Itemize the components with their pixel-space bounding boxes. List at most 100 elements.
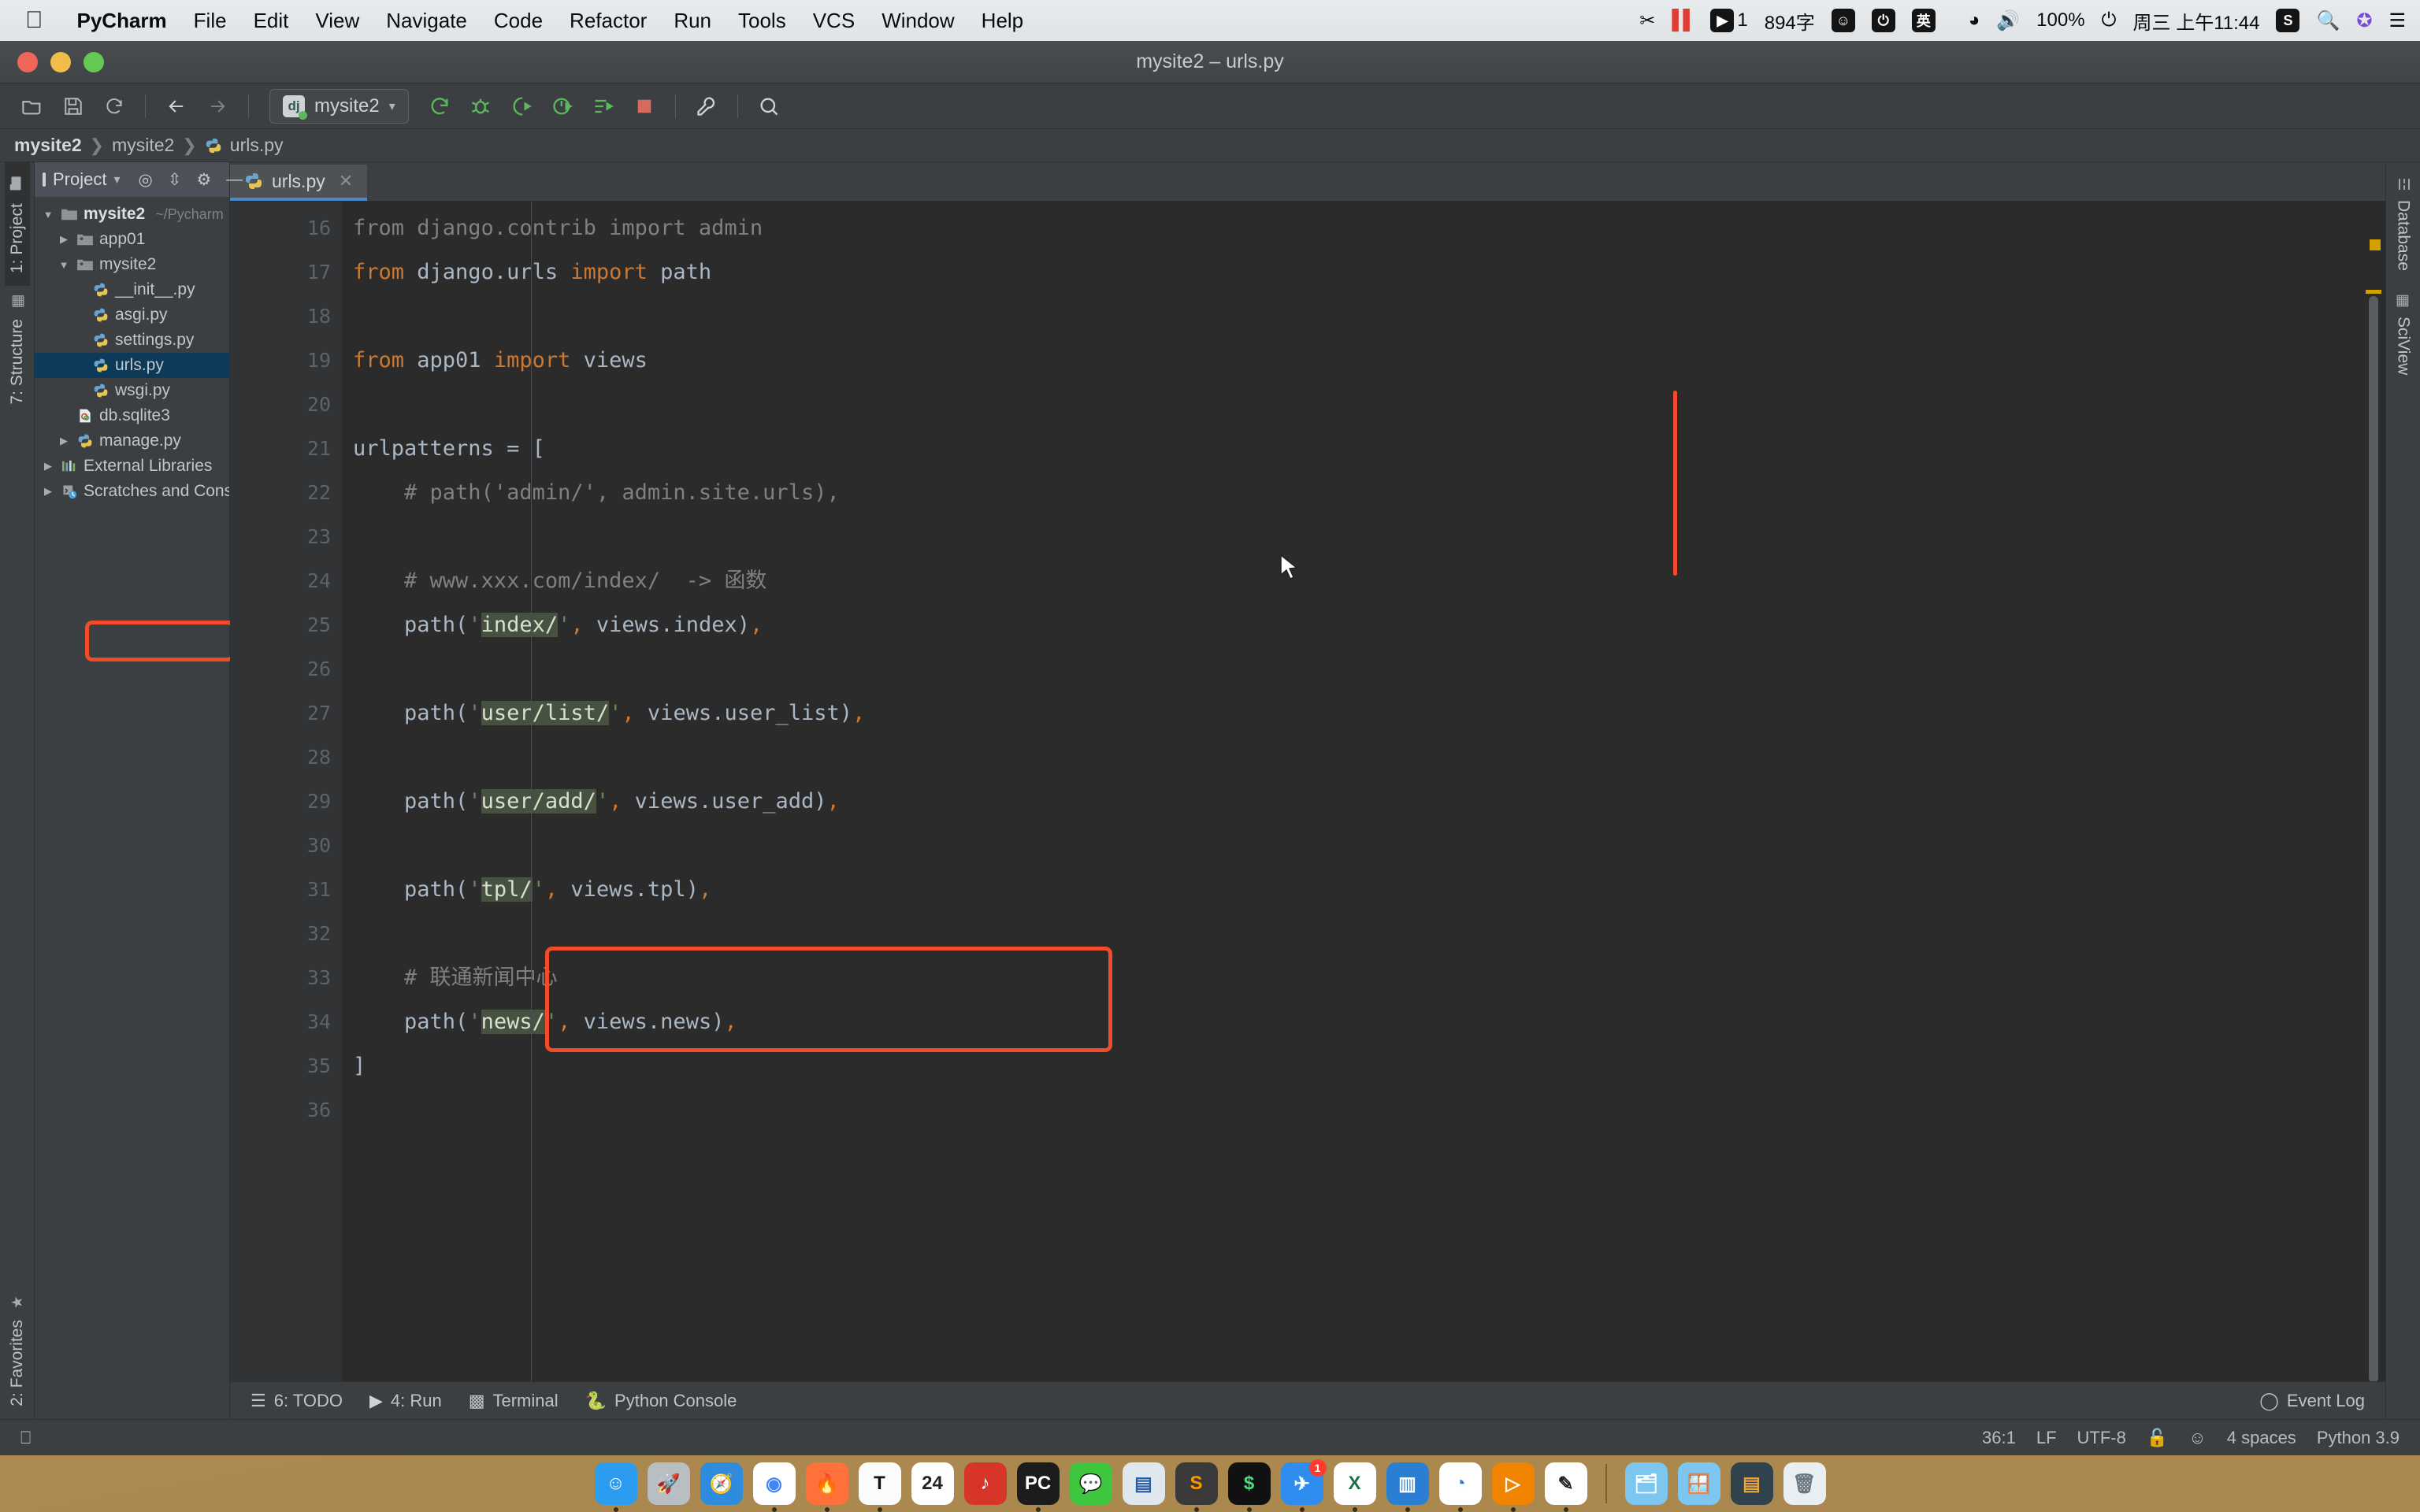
warning-marker[interactable]: [2370, 239, 2381, 250]
line-number-32[interactable]: 32: [230, 912, 342, 956]
tree-item-app01[interactable]: ▶app01: [35, 227, 229, 252]
bottom-item-run[interactable]: ▶ 4: Run: [369, 1391, 442, 1411]
save-icon[interactable]: [55, 90, 91, 123]
battery-charging-icon[interactable]: ⏻: [2102, 9, 2117, 32]
tree-item-scratches-and-consoles[interactable]: ▶Scratches and Consoles: [35, 479, 229, 504]
tree-item-db-sqlite3[interactable]: db.sqlite3: [35, 403, 229, 428]
run-configuration-selector[interactable]: dj mysite2 ▾: [269, 89, 409, 124]
code-lines[interactable]: from django.contrib import adminfrom dja…: [342, 202, 2362, 1132]
wifi-icon[interactable]: ◕: [1969, 9, 1980, 32]
line-separator-label[interactable]: LF: [2036, 1428, 2057, 1448]
code-line-16[interactable]: from django.contrib import admin: [353, 206, 2362, 250]
dock-item-keynote[interactable]: ▤: [1123, 1462, 1165, 1505]
code-line-18[interactable]: [353, 295, 2362, 339]
search-everywhere-icon[interactable]: [751, 90, 787, 123]
sidebar-item-project[interactable]: 1: Project 🖿: [5, 162, 30, 286]
encoding-label[interactable]: UTF-8: [2077, 1428, 2126, 1448]
code-line-23[interactable]: [353, 515, 2362, 559]
dock-item-chrome[interactable]: ◉: [753, 1462, 796, 1505]
tree-item-mysite2[interactable]: ▼mysite2: [35, 252, 229, 277]
line-number-23[interactable]: 23: [230, 515, 342, 559]
dock-item-pycharm[interactable]: PC: [1017, 1462, 1060, 1505]
code-line-17[interactable]: from django.urls import path: [353, 250, 2362, 295]
debug-bug-icon[interactable]: [462, 90, 499, 123]
editor-scrollbar-thumb[interactable]: [2369, 296, 2378, 1381]
sidebar-item-sciview[interactable]: ▦ SciView: [2394, 279, 2413, 383]
tree-item-external-libraries[interactable]: ▶External Libraries: [35, 454, 229, 479]
tab-urls-py[interactable]: urls.py ✕: [230, 165, 367, 201]
mobile-preview-icon[interactable]: ⎕: [20, 1428, 31, 1448]
tree-item-urls-py[interactable]: urls.py: [35, 353, 229, 378]
flag-icon[interactable]: ▶1: [1710, 9, 1747, 32]
unlocked-icon[interactable]: 🔓: [2147, 1428, 2168, 1448]
tree-item--init-py[interactable]: __init__.py: [35, 277, 229, 302]
chevron-down-icon[interactable]: ▼: [57, 259, 71, 271]
menu-item-file[interactable]: File: [180, 9, 240, 33]
gear-icon[interactable]: ⚙: [192, 170, 215, 190]
sidebar-item-database[interactable]: ☲ Database: [2394, 162, 2413, 279]
dock-item-wechat[interactable]: 💬: [1070, 1462, 1112, 1505]
dock-item-parallels-desktop[interactable]: ▥: [1386, 1462, 1429, 1505]
caret-position-label[interactable]: 36:1: [1982, 1428, 2016, 1448]
line-number-25[interactable]: 25: [230, 603, 342, 647]
dock-item-terminal-window[interactable]: ▤: [1731, 1462, 1773, 1505]
code-line-26[interactable]: [353, 647, 2362, 691]
minimize-window-button[interactable]: [50, 52, 71, 72]
control-center-icon[interactable]: ☰: [2388, 9, 2406, 32]
line-number-33[interactable]: 33: [230, 956, 342, 1000]
dock-item-sketch-tool[interactable]: ✎: [1545, 1462, 1587, 1505]
code-line-30[interactable]: [353, 824, 2362, 868]
code-line-24[interactable]: # www.xxx.com/index/ -> 函数: [353, 559, 2362, 603]
line-number-27[interactable]: 27: [230, 691, 342, 736]
dock-item-calendar[interactable]: 24: [911, 1462, 954, 1505]
tree-item-mysite2[interactable]: ▼mysite2~/PycharmProjects/gx/my: [35, 202, 229, 227]
run-with-coverage-icon[interactable]: [503, 90, 540, 123]
word-count-label[interactable]: 894字: [1765, 7, 1815, 35]
code-text-area[interactable]: from django.contrib import adminfrom dja…: [342, 202, 2362, 1381]
close-window-button[interactable]: [17, 52, 38, 72]
dock-item-baidu-netdisk[interactable]: ◔: [1439, 1462, 1482, 1505]
menu-item-tools[interactable]: Tools: [725, 9, 800, 33]
chevron-right-icon[interactable]: ▶: [41, 460, 55, 472]
tree-item-asgi-py[interactable]: asgi.py: [35, 302, 229, 328]
code-line-32[interactable]: [353, 912, 2362, 956]
menu-item-run[interactable]: Run: [660, 9, 725, 33]
chevron-right-icon[interactable]: ▶: [41, 485, 55, 498]
dock-item-sublime-text[interactable]: S: [1175, 1462, 1218, 1505]
open-folder-icon[interactable]: [14, 90, 50, 123]
chevron-down-icon[interactable]: ▼: [41, 209, 55, 220]
line-number-22[interactable]: 22⊟: [230, 471, 342, 515]
dock-item-netease-music[interactable]: ♪: [964, 1462, 1007, 1505]
code-line-21[interactable]: urlpatterns = [: [353, 427, 2362, 471]
code-line-20[interactable]: [353, 383, 2362, 427]
apple-menu-icon[interactable]: : [25, 9, 43, 32]
dock-item-launchpad[interactable]: 🚀: [648, 1462, 690, 1505]
tree-item-wsgi-py[interactable]: wsgi.py: [35, 378, 229, 403]
scissors-icon[interactable]: ✂: [1639, 9, 1655, 32]
dock-item-bilibili[interactable]: ▷: [1492, 1462, 1535, 1505]
dock-item-typora[interactable]: T: [859, 1462, 901, 1505]
code-line-34[interactable]: path('news/', views.news),: [353, 1000, 2362, 1044]
menu-item-window[interactable]: Window: [868, 9, 967, 33]
bottom-item-python-console[interactable]: 🐍 Python Console: [585, 1391, 737, 1411]
menu-item-code[interactable]: Code: [481, 9, 556, 33]
close-icon[interactable]: ✕: [339, 171, 353, 191]
indent-label[interactable]: 4 spaces: [2227, 1428, 2296, 1448]
sogou-input-icon[interactable]: S: [2276, 9, 2299, 32]
siri-icon[interactable]: ✪: [2356, 9, 2372, 32]
line-number-20[interactable]: 20: [230, 383, 342, 427]
user-hat-icon[interactable]: ☺: [2188, 1428, 2206, 1448]
dock-item-windows-folder[interactable]: 🪟: [1678, 1462, 1720, 1505]
navigate-back-icon[interactable]: [158, 90, 195, 123]
smiley-icon[interactable]: ☺: [1832, 9, 1855, 32]
stop-icon[interactable]: [626, 90, 663, 123]
bottom-item-terminal[interactable]: ▩ Terminal: [469, 1391, 559, 1411]
collapse-all-icon[interactable]: ⇳: [164, 170, 186, 190]
line-number-36[interactable]: 36: [230, 1088, 342, 1132]
chevron-right-icon[interactable]: ▶: [57, 233, 71, 246]
line-number-24[interactable]: 24⌂: [230, 559, 342, 603]
run-to-console-icon[interactable]: [585, 90, 622, 123]
code-line-22[interactable]: # path('admin/', admin.site.urls),: [353, 471, 2362, 515]
code-line-35[interactable]: ]: [353, 1044, 2362, 1088]
code-line-28[interactable]: [353, 736, 2362, 780]
